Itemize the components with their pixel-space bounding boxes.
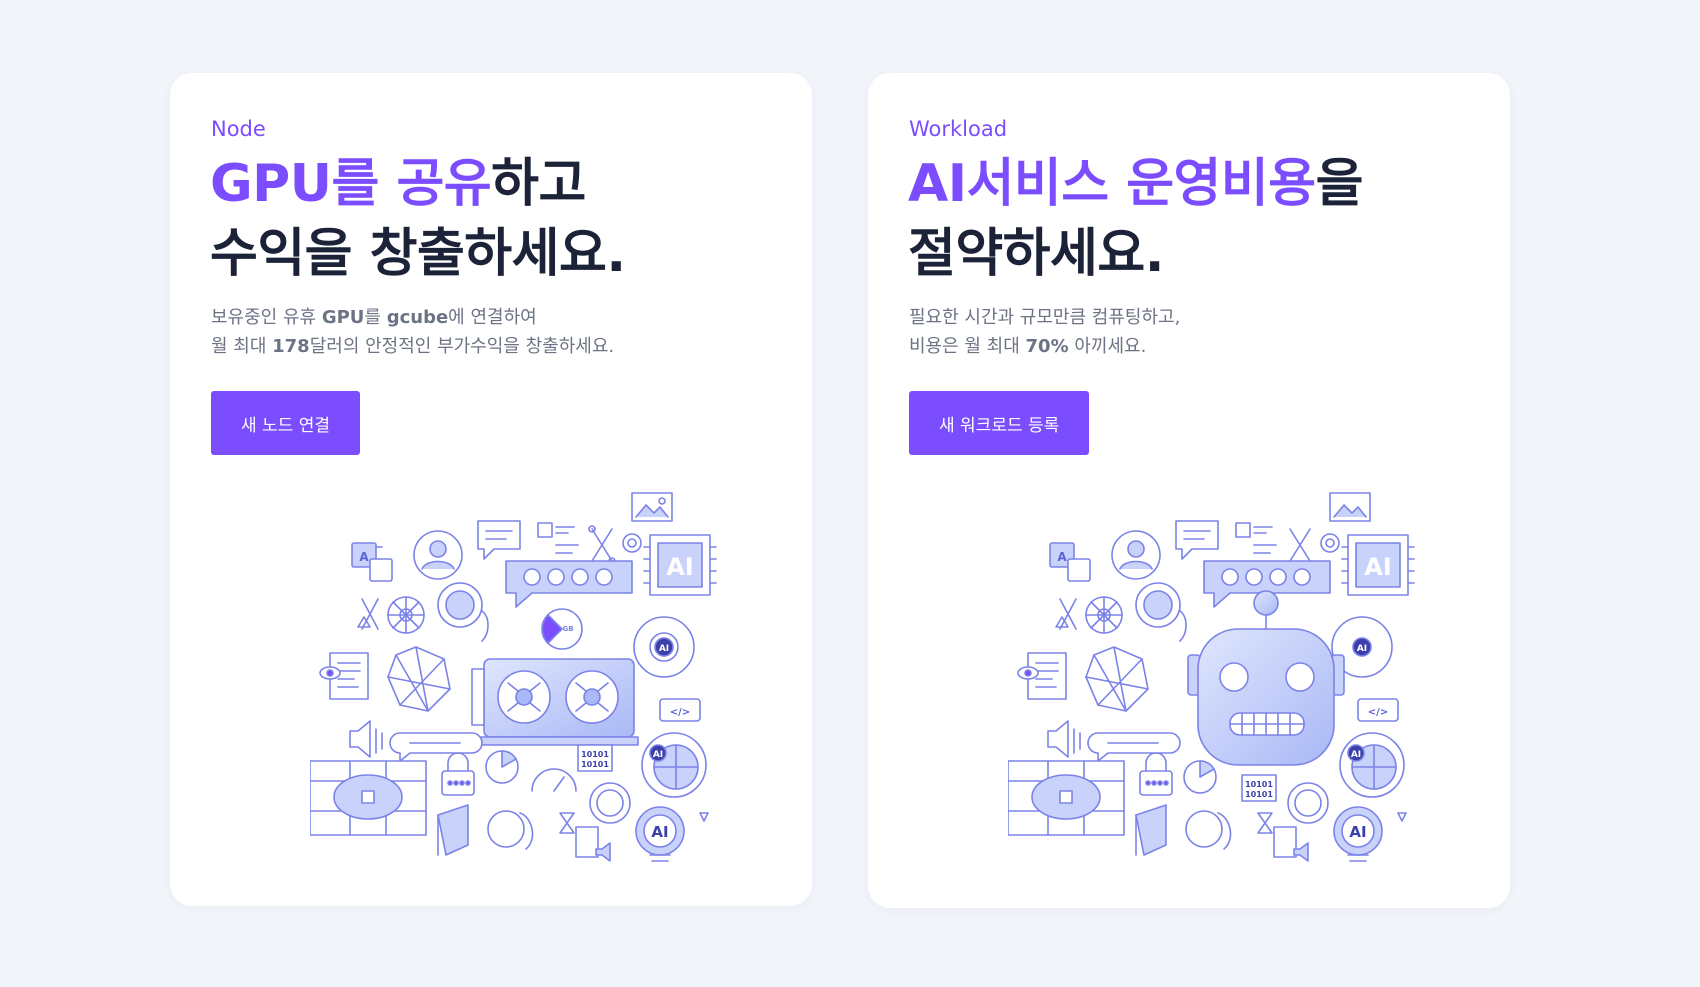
cube-icon bbox=[1135, 804, 1167, 856]
headline-line1-rest: 을 bbox=[1315, 154, 1364, 214]
list-icon bbox=[1235, 522, 1277, 554]
binary-label-2: 10101 bbox=[581, 760, 609, 769]
lock-icon bbox=[1139, 752, 1173, 796]
desc-text: 월 최대 bbox=[211, 336, 273, 357]
image-icon bbox=[631, 492, 673, 522]
ai-gear-label: AI bbox=[659, 644, 669, 654]
card-description: 필요한 시간과 규모만큼 컴퓨팅하고, 비용은 월 최대 70% 아끼세요. bbox=[909, 303, 1180, 361]
message-bubble-icon bbox=[1087, 732, 1181, 762]
message-bubble-icon bbox=[389, 732, 483, 762]
card-headline: GPU를 공유하고 수익을 창출하세요. bbox=[210, 149, 626, 289]
molecule-icon bbox=[1289, 528, 1311, 562]
desc-text: 비용은 월 최대 bbox=[909, 336, 1026, 357]
polygon-network-icon bbox=[387, 646, 451, 712]
hourglass-icon bbox=[559, 812, 575, 834]
brain-circuit-icon bbox=[1008, 760, 1125, 836]
headline-highlight: GPU를 공유 bbox=[210, 154, 492, 214]
speaker-icon bbox=[349, 720, 383, 758]
user-avatar-icon bbox=[413, 530, 463, 580]
robot-head-icon bbox=[1187, 590, 1345, 766]
translate-label: A bbox=[1057, 550, 1067, 564]
headline-line1-rest: 하고 bbox=[491, 154, 586, 214]
desc-text: 아끼세요. bbox=[1068, 336, 1147, 357]
dna-icon bbox=[1059, 598, 1077, 630]
register-workload-button[interactable]: 새 워크로드 등록 bbox=[909, 391, 1090, 455]
list-icon bbox=[537, 522, 579, 554]
ai-bulb-label: AI bbox=[651, 823, 668, 841]
gpu-card-icon bbox=[471, 658, 639, 746]
gear-head-icon bbox=[487, 810, 534, 850]
node-card: Node GPU를 공유하고 수익을 창출하세요. 보유중인 유휴 GPU를 g… bbox=[170, 73, 812, 906]
gpu-card-illustration: AI AI AI AI 10101 10101 GB A </> bbox=[310, 492, 717, 862]
chat-icon bbox=[1175, 520, 1219, 560]
code-label: </> bbox=[670, 707, 690, 718]
robot-head-illustration: AI AI AI AI 10101 10101 A </> bbox=[1008, 492, 1415, 862]
gear-head-icon bbox=[1185, 810, 1232, 850]
gear-icon bbox=[622, 533, 642, 553]
workload-card: Workload AI서비스 운영비용을 절약하세요. 필요한 시간과 규모만큼… bbox=[868, 73, 1510, 908]
ai-bulb-label: AI bbox=[1349, 823, 1366, 841]
large-gear-icon bbox=[1287, 782, 1329, 824]
speedometer-icon bbox=[531, 768, 577, 792]
dna-icon bbox=[361, 598, 379, 630]
headline-highlight: AI서비스 운영비용 bbox=[908, 154, 1316, 214]
translate-icon bbox=[351, 542, 393, 582]
ai-globe-icon bbox=[1339, 732, 1405, 798]
card-eyebrow: Node bbox=[211, 117, 266, 141]
gb-label: GB bbox=[562, 625, 573, 633]
ai-gear-label: AI bbox=[1357, 644, 1367, 654]
document-eye-icon bbox=[1017, 652, 1067, 700]
ai-chip-label: AI bbox=[1364, 553, 1392, 581]
molecule-icon bbox=[588, 525, 616, 565]
brain-head-icon bbox=[1135, 582, 1187, 642]
brain-circuit-icon bbox=[310, 760, 427, 836]
desc-text: 달러의 안정적인 부가수익을 창출하세요. bbox=[309, 336, 615, 357]
desc-text: 를 bbox=[364, 307, 387, 328]
document-eye-icon bbox=[319, 652, 369, 700]
desc-text: 에 연결하여 bbox=[448, 307, 537, 328]
small-pie-icon bbox=[485, 750, 519, 784]
ai-chip-label: AI bbox=[666, 553, 694, 581]
network-wheel-icon bbox=[387, 596, 425, 634]
image-icon bbox=[1329, 492, 1371, 522]
chat-icon bbox=[477, 520, 521, 560]
connect-node-button[interactable]: 새 노드 연결 bbox=[211, 391, 361, 455]
network-wheel-icon bbox=[1085, 596, 1123, 634]
brain-head-icon bbox=[437, 582, 489, 642]
hourglass-icon bbox=[1257, 812, 1273, 834]
card-headline: AI서비스 운영비용을 절약하세요. bbox=[908, 149, 1363, 289]
card-description: 보유중인 유휴 GPU를 gcube에 연결하여 월 최대 178달러의 안정적… bbox=[211, 303, 614, 361]
large-gear-icon bbox=[589, 782, 631, 824]
cube-icon bbox=[437, 804, 469, 856]
desc-emphasis: 178 bbox=[272, 336, 310, 357]
translate-label: A bbox=[359, 550, 369, 564]
headline-line2: 수익을 창출하세요. bbox=[210, 224, 626, 284]
code-label: </> bbox=[1368, 707, 1388, 718]
desc-emphasis: gcube bbox=[386, 307, 449, 328]
document-speaker-icon bbox=[575, 826, 611, 862]
desc-text: 필요한 시간과 규모만큼 컴퓨팅하고, bbox=[909, 307, 1181, 328]
ai-globe-label: AI bbox=[1351, 750, 1361, 760]
gear-icon bbox=[1320, 533, 1340, 553]
desc-text: 보유중인 유휴 bbox=[211, 307, 322, 328]
ai-globe-label: AI bbox=[653, 750, 663, 760]
desc-emphasis: GPU bbox=[321, 307, 365, 328]
user-avatar-icon bbox=[1111, 530, 1161, 580]
typing-bubble-icon bbox=[505, 560, 633, 608]
desc-emphasis: 70% bbox=[1025, 336, 1069, 357]
binary-label: 10101 bbox=[581, 750, 609, 759]
ai-globe-icon bbox=[641, 732, 707, 798]
translate-icon bbox=[1049, 542, 1091, 582]
binary-label: 10101 bbox=[1245, 780, 1273, 789]
lock-icon bbox=[441, 752, 475, 796]
headline-line2: 절약하세요. bbox=[908, 224, 1164, 284]
document-speaker-icon bbox=[1273, 826, 1309, 862]
binary-label-2: 10101 bbox=[1245, 790, 1273, 799]
small-pie-icon bbox=[1183, 760, 1217, 794]
speaker-icon bbox=[1047, 720, 1081, 758]
card-eyebrow: Workload bbox=[909, 117, 1008, 141]
polygon-network-icon bbox=[1085, 646, 1149, 712]
